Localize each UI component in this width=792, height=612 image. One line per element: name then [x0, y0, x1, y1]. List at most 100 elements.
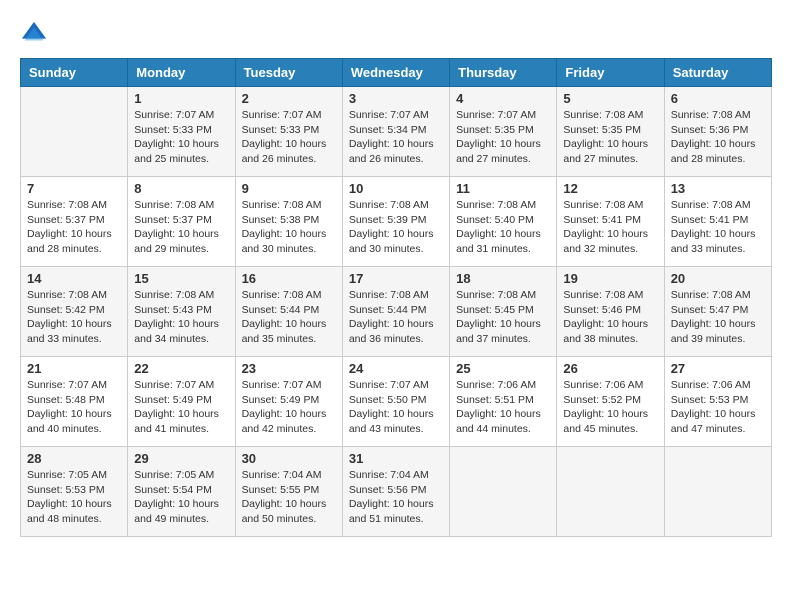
day-number: 26 — [563, 361, 657, 376]
calendar-cell: 8Sunrise: 7:08 AM Sunset: 5:37 PM Daylig… — [128, 177, 235, 267]
week-row-2: 7 Sunrise: 7:08 AM Sunset: 5:37 PM Daylig… — [21, 177, 772, 267]
calendar-cell — [450, 447, 557, 537]
calendar-cell: 15Sunrise: 7:08 AM Sunset: 5:43 PM Dayli… — [128, 267, 235, 357]
logo-icon — [20, 20, 48, 48]
calendar-cell: 20 Sunrise: 7:08 AM Sunset: 5:47 PM Dayli… — [664, 267, 771, 357]
day-info: Sunrise: 7:08 AM Sunset: 5:41 PM Dayligh… — [563, 198, 657, 257]
day-info: Sunrise: 7:07 AM Sunset: 5:35 PM Dayligh… — [456, 108, 550, 167]
week-row-3: 14 Sunrise: 7:08 AM Sunset: 5:42 PM Dayli… — [21, 267, 772, 357]
header-day-wednesday: Wednesday — [342, 59, 449, 87]
day-info: Sunrise: 7:08 AM Sunset: 5:37 PM Dayligh… — [27, 198, 121, 257]
calendar-cell: 18Sunrise: 7:08 AM Sunset: 5:45 PM Dayli… — [450, 267, 557, 357]
calendar-cell: 22 Sunrise: 7:07 AM Sunset: 5:49 PM Dayli… — [128, 357, 235, 447]
calendar-cell: 12 Sunrise: 7:08 AM Sunset: 5:41 PM Dayli… — [557, 177, 664, 267]
calendar-header: SundayMondayTuesdayWednesdayThursdayFrid… — [21, 59, 772, 87]
day-info: Sunrise: 7:08 AM Sunset: 5:40 PM Dayligh… — [456, 198, 550, 257]
header-day-monday: Monday — [128, 59, 235, 87]
day-number: 30 — [242, 451, 336, 466]
calendar-cell: 27 Sunrise: 7:06 AM Sunset: 5:53 PM Dayli… — [664, 357, 771, 447]
day-number: 11 — [456, 181, 550, 196]
calendar-cell: 4Sunrise: 7:07 AM Sunset: 5:35 PM Daylig… — [450, 87, 557, 177]
calendar-body: 1 Sunrise: 7:07 AM Sunset: 5:33 PM Daylig… — [21, 87, 772, 537]
header-day-sunday: Sunday — [21, 59, 128, 87]
day-info: Sunrise: 7:08 AM Sunset: 5:47 PM Dayligh… — [671, 288, 765, 347]
calendar-cell: 1 Sunrise: 7:07 AM Sunset: 5:33 PM Daylig… — [128, 87, 235, 177]
day-number: 7 — [27, 181, 121, 196]
day-info: Sunrise: 7:05 AM Sunset: 5:53 PM Dayligh… — [27, 468, 121, 527]
header-row: SundayMondayTuesdayWednesdayThursdayFrid… — [21, 59, 772, 87]
week-row-4: 21 Sunrise: 7:07 AM Sunset: 5:48 PM Dayli… — [21, 357, 772, 447]
day-info: Sunrise: 7:08 AM Sunset: 5:42 PM Dayligh… — [27, 288, 121, 347]
day-info: Sunrise: 7:08 AM Sunset: 5:44 PM Dayligh… — [242, 288, 336, 347]
logo — [20, 20, 52, 48]
day-info: Sunrise: 7:07 AM Sunset: 5:49 PM Dayligh… — [242, 378, 336, 437]
calendar-cell: 9 Sunrise: 7:08 AM Sunset: 5:38 PM Daylig… — [235, 177, 342, 267]
day-info: Sunrise: 7:08 AM Sunset: 5:35 PM Dayligh… — [563, 108, 657, 167]
calendar-cell: 19 Sunrise: 7:08 AM Sunset: 5:46 PM Dayli… — [557, 267, 664, 357]
day-number: 21 — [27, 361, 121, 376]
page-header — [20, 20, 772, 48]
day-info: Sunrise: 7:07 AM Sunset: 5:33 PM Dayligh… — [242, 108, 336, 167]
day-info: Sunrise: 7:06 AM Sunset: 5:53 PM Dayligh… — [671, 378, 765, 437]
day-number: 22 — [134, 361, 228, 376]
day-info: Sunrise: 7:07 AM Sunset: 5:50 PM Dayligh… — [349, 378, 443, 437]
header-day-thursday: Thursday — [450, 59, 557, 87]
day-number: 10 — [349, 181, 443, 196]
day-number: 25 — [456, 361, 550, 376]
day-info: Sunrise: 7:08 AM Sunset: 5:36 PM Dayligh… — [671, 108, 765, 167]
day-number: 13 — [671, 181, 765, 196]
header-day-saturday: Saturday — [664, 59, 771, 87]
calendar-cell: 24 Sunrise: 7:07 AM Sunset: 5:50 PM Dayli… — [342, 357, 449, 447]
calendar-table: SundayMondayTuesdayWednesdayThursdayFrid… — [20, 58, 772, 537]
day-number: 16 — [242, 271, 336, 286]
day-info: Sunrise: 7:07 AM Sunset: 5:34 PM Dayligh… — [349, 108, 443, 167]
day-info: Sunrise: 7:08 AM Sunset: 5:37 PM Dayligh… — [134, 198, 228, 257]
calendar-cell: 7 Sunrise: 7:08 AM Sunset: 5:37 PM Daylig… — [21, 177, 128, 267]
day-info: Sunrise: 7:08 AM Sunset: 5:43 PM Dayligh… — [134, 288, 228, 347]
day-info: Sunrise: 7:05 AM Sunset: 5:54 PM Dayligh… — [134, 468, 228, 527]
header-day-tuesday: Tuesday — [235, 59, 342, 87]
day-number: 27 — [671, 361, 765, 376]
day-number: 19 — [563, 271, 657, 286]
calendar-cell: 6Sunrise: 7:08 AM Sunset: 5:36 PM Daylig… — [664, 87, 771, 177]
day-number: 1 — [134, 91, 228, 106]
day-info: Sunrise: 7:07 AM Sunset: 5:48 PM Dayligh… — [27, 378, 121, 437]
day-number: 23 — [242, 361, 336, 376]
calendar-cell: 17Sunrise: 7:08 AM Sunset: 5:44 PM Dayli… — [342, 267, 449, 357]
calendar-cell — [557, 447, 664, 537]
day-info: Sunrise: 7:07 AM Sunset: 5:49 PM Dayligh… — [134, 378, 228, 437]
day-info: Sunrise: 7:06 AM Sunset: 5:51 PM Dayligh… — [456, 378, 550, 437]
calendar-cell: 5 Sunrise: 7:08 AM Sunset: 5:35 PM Daylig… — [557, 87, 664, 177]
calendar-cell: 2Sunrise: 7:07 AM Sunset: 5:33 PM Daylig… — [235, 87, 342, 177]
day-info: Sunrise: 7:06 AM Sunset: 5:52 PM Dayligh… — [563, 378, 657, 437]
day-number: 5 — [563, 91, 657, 106]
calendar-cell: 25 Sunrise: 7:06 AM Sunset: 5:51 PM Dayli… — [450, 357, 557, 447]
day-info: Sunrise: 7:08 AM Sunset: 5:41 PM Dayligh… — [671, 198, 765, 257]
calendar-cell: 28Sunrise: 7:05 AM Sunset: 5:53 PM Dayli… — [21, 447, 128, 537]
header-day-friday: Friday — [557, 59, 664, 87]
calendar-cell: 26 Sunrise: 7:06 AM Sunset: 5:52 PM Dayli… — [557, 357, 664, 447]
day-info: Sunrise: 7:08 AM Sunset: 5:38 PM Dayligh… — [242, 198, 336, 257]
calendar-cell: 23 Sunrise: 7:07 AM Sunset: 5:49 PM Dayli… — [235, 357, 342, 447]
calendar-cell: 14 Sunrise: 7:08 AM Sunset: 5:42 PM Dayli… — [21, 267, 128, 357]
day-info: Sunrise: 7:08 AM Sunset: 5:46 PM Dayligh… — [563, 288, 657, 347]
calendar-cell: 30 Sunrise: 7:04 AM Sunset: 5:55 PM Dayli… — [235, 447, 342, 537]
day-info: Sunrise: 7:04 AM Sunset: 5:55 PM Dayligh… — [242, 468, 336, 527]
day-number: 14 — [27, 271, 121, 286]
week-row-1: 1 Sunrise: 7:07 AM Sunset: 5:33 PM Daylig… — [21, 87, 772, 177]
day-info: Sunrise: 7:08 AM Sunset: 5:45 PM Dayligh… — [456, 288, 550, 347]
day-number: 24 — [349, 361, 443, 376]
day-number: 29 — [134, 451, 228, 466]
day-number: 9 — [242, 181, 336, 196]
calendar-cell: 31Sunrise: 7:04 AM Sunset: 5:56 PM Dayli… — [342, 447, 449, 537]
day-info: Sunrise: 7:04 AM Sunset: 5:56 PM Dayligh… — [349, 468, 443, 527]
day-number: 20 — [671, 271, 765, 286]
calendar-cell: 29 Sunrise: 7:05 AM Sunset: 5:54 PM Dayli… — [128, 447, 235, 537]
day-info: Sunrise: 7:07 AM Sunset: 5:33 PM Dayligh… — [134, 108, 228, 167]
day-number: 12 — [563, 181, 657, 196]
calendar-cell: 3 Sunrise: 7:07 AM Sunset: 5:34 PM Daylig… — [342, 87, 449, 177]
day-number: 17 — [349, 271, 443, 286]
day-info: Sunrise: 7:08 AM Sunset: 5:39 PM Dayligh… — [349, 198, 443, 257]
day-number: 3 — [349, 91, 443, 106]
calendar-cell — [21, 87, 128, 177]
